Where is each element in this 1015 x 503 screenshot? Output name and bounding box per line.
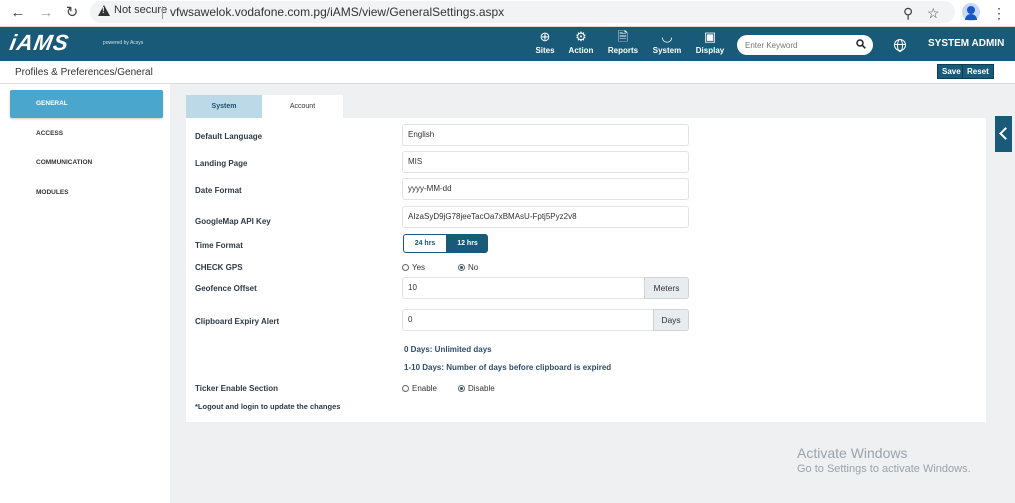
tab-system[interactable]: System [186, 95, 262, 118]
googlemap-key-field[interactable]: AIzaSyD9jG78jeeTacOa7xBMAsU-Fptj5Pyz2v8 [402, 206, 689, 228]
activate-windows-subtext: Go to Settings to activate Windows. [797, 463, 971, 475]
back-arrow-icon[interactable]: ← [8, 3, 28, 23]
geofence-offset-label: Geofence Offset [195, 284, 257, 293]
nav-display[interactable]: ▣ Display [694, 29, 726, 55]
address-bar[interactable]: Not secure vfwsawelok.vodafone.com.pg/iA… [90, 1, 955, 23]
geofence-offset-field[interactable]: 10 [402, 277, 645, 299]
menu-dots-icon[interactable]: ⋮ [992, 3, 1006, 23]
radio-label-no: No [468, 263, 479, 272]
zoom-icon[interactable]: ⚲ [903, 3, 913, 23]
sidebar-item-communication[interactable]: COMMUNICATION [10, 149, 163, 177]
radio-button-checked[interactable] [458, 264, 465, 271]
landing-page-field[interactable]: MIS [402, 151, 689, 173]
profile-avatar-icon[interactable] [962, 3, 980, 21]
nav-system[interactable]: ◡ System [651, 29, 683, 55]
clipboard-expiry-label: Clipboard Expiry Alert [195, 317, 280, 326]
clipboard-expiry-field[interactable]: 0 [402, 309, 654, 331]
forward-arrow-icon[interactable]: → [36, 3, 56, 23]
ticker-enable-label: Ticker Enable Section [195, 384, 278, 393]
tower-icon: ⊕ [539, 29, 551, 44]
clipboard-info-unlimited: 0 Days: Unlimited days [404, 345, 492, 354]
warning-icon [98, 4, 110, 16]
tab-account[interactable]: Account [262, 95, 343, 118]
nav-sites-label: Sites [535, 46, 555, 55]
monitor-icon: ▣ [703, 29, 717, 44]
time-format-12hrs-button[interactable]: 12 hrs [447, 234, 488, 253]
nav-reports-label: Reports [607, 46, 639, 55]
app-logo[interactable]: iAMS [8, 30, 98, 55]
radio-button[interactable] [402, 264, 409, 271]
nav-reports[interactable]: 🗎 Reports [607, 29, 639, 55]
clipboard-info-range: 1-10 Days: Number of days before clipboa… [404, 363, 612, 372]
landing-page-label: Landing Page [195, 159, 248, 168]
url-text[interactable]: vfwsawelok.vodafone.com.pg/iAMS/view/Gen… [170, 5, 504, 19]
bookmark-star-icon[interactable]: ☆ [927, 3, 940, 23]
nav-system-label: System [652, 46, 682, 55]
gear-icon: ⚙ [575, 29, 587, 44]
breadcrumb: Profiles & Preferences/General [15, 67, 153, 78]
logo-subtitle: powered by Acsys [103, 40, 144, 46]
document-icon: 🗎 [617, 29, 629, 44]
radio-button[interactable] [402, 385, 409, 392]
nav-action-label: Action [568, 46, 594, 55]
divider [162, 6, 163, 19]
check-gps-no-option[interactable]: No [458, 263, 478, 272]
reset-button[interactable]: Reset [962, 64, 994, 79]
default-language-label: Default Language [195, 132, 263, 141]
check-gps-yes-option[interactable]: Yes [402, 263, 425, 272]
reload-icon[interactable]: ↻ [62, 3, 82, 23]
search-box [737, 35, 873, 55]
search-input[interactable] [745, 38, 853, 52]
time-format-24hrs-button[interactable]: 24 hrs [403, 234, 447, 253]
settings-sidebar: GENERAL ACCESS COMMUNICATION MODULES [0, 84, 170, 503]
sidebar-item-general[interactable]: GENERAL [10, 90, 163, 118]
sidebar-item-modules[interactable]: MODULES [10, 179, 163, 207]
date-format-label: Date Format [195, 186, 242, 195]
default-language-field[interactable]: English [402, 124, 689, 146]
search-icon[interactable] [856, 39, 866, 49]
radio-label-enable: Enable [412, 384, 437, 393]
gauge-icon: ◡ [661, 29, 673, 44]
app-header: iAMS powered by Acsys ⊕ Sites ⚙ Action 🗎… [0, 27, 1015, 61]
security-label: Not secure [114, 4, 168, 16]
browser-toolbar: ← → ↻ Not secure vfwsawelok.vodafone.com… [0, 0, 1015, 27]
collapse-panel-chevron-icon[interactable] [995, 116, 1012, 152]
page-toolbar: Profiles & Preferences/General Save Rese… [0, 61, 1015, 84]
logout-note: *Logout and login to update the changes [195, 402, 341, 411]
time-format-label: Time Format [195, 241, 243, 250]
googlemap-key-label: GoogleMap API Key [195, 217, 271, 226]
ticker-disable-option[interactable]: Disable [458, 384, 495, 393]
radio-label-yes: Yes [412, 263, 426, 272]
date-format-field[interactable]: yyyy-MM-dd [402, 178, 689, 200]
clipboard-unit-addon: Days [653, 309, 689, 331]
user-menu[interactable]: SYSTEM ADMIN [928, 38, 1004, 49]
security-indicator[interactable]: Not secure [98, 4, 167, 16]
ticker-enable-option[interactable]: Enable [402, 384, 437, 393]
radio-label-disable: Disable [468, 384, 495, 393]
activate-windows-watermark: Activate Windows [797, 445, 908, 461]
geofence-unit-addon: Meters [644, 277, 689, 299]
globe-icon[interactable] [894, 39, 906, 52]
sidebar-item-access[interactable]: ACCESS [10, 120, 163, 148]
radio-button-checked[interactable] [458, 385, 465, 392]
nav-action[interactable]: ⚙ Action [567, 29, 595, 55]
nav-display-label: Display [695, 46, 725, 55]
nav-sites[interactable]: ⊕ Sites [533, 29, 557, 55]
check-gps-label: CHECK GPS [195, 263, 243, 272]
